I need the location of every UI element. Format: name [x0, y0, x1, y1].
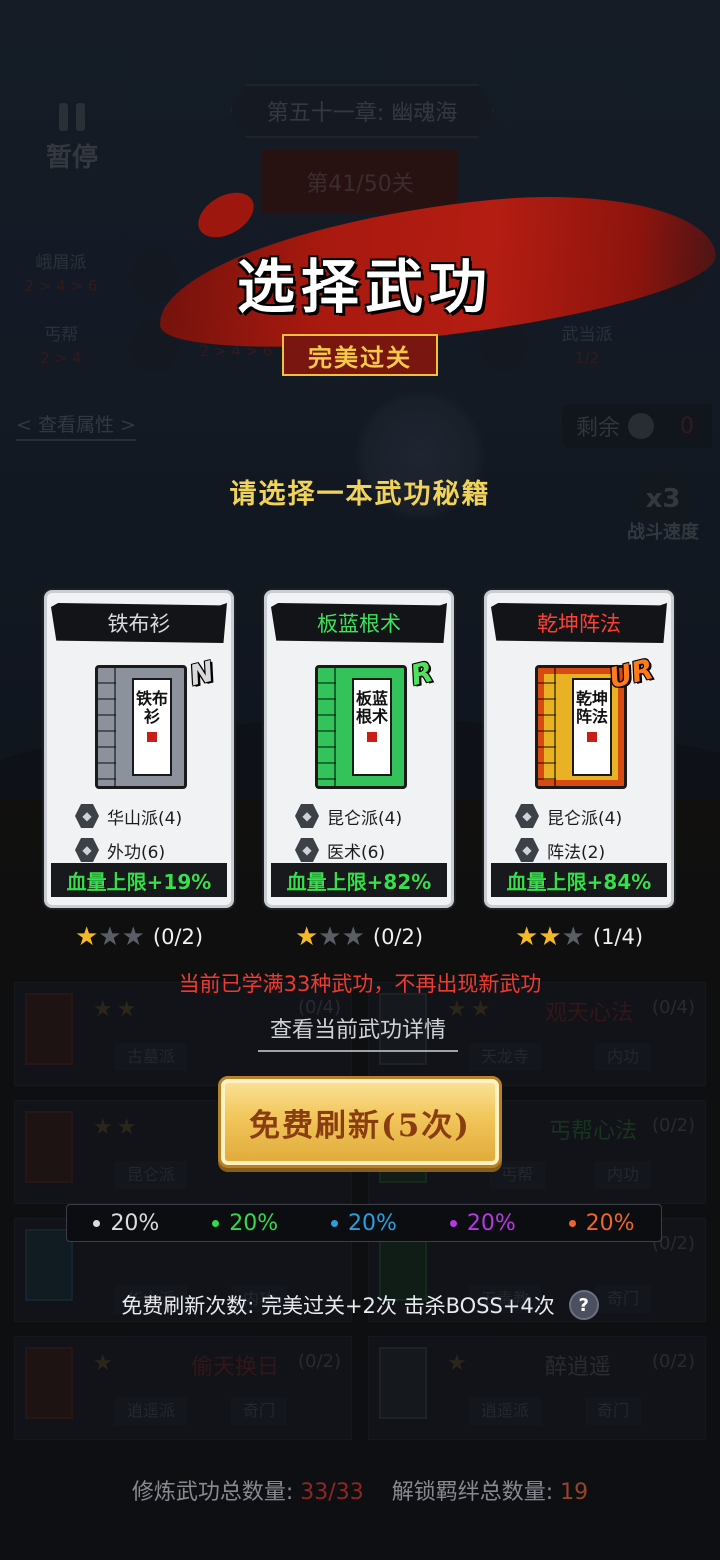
view-current-skills-link[interactable]: 查看当前武功详情 — [258, 1012, 458, 1052]
choose-prompt: 请选择一本武功秘籍 — [229, 479, 491, 510]
sect-label: 昆仑派(4) — [547, 808, 623, 829]
probability-value: 20% — [110, 1210, 160, 1236]
refresh-button-label: 免费刷新(5次) — [249, 1107, 471, 1144]
skill-card-title: 铁布衫 — [51, 603, 227, 643]
type-label: 阵法(2) — [547, 842, 606, 863]
skill-bonus: 血量上限+82% — [271, 863, 447, 897]
skill-progress: (0/2) — [372, 925, 424, 949]
all-learned-notice: 当前已学满33种武功，不再出现新武功 — [178, 972, 542, 996]
free-refresh-button[interactable]: 免费刷新(5次) — [218, 1076, 502, 1168]
refresh-rule: 免费刷新次数: 完美过关+2次 击杀BOSS+4次 ? — [0, 1290, 720, 1320]
dialog-title: 选择武功 — [236, 253, 493, 321]
skill-card-qiankunzhenfa[interactable]: 乾坤阵法 乾坤阵法 UR ◆ 昆仑派(4) ◆ 阵法(2) 血量上限+84% — [484, 590, 674, 908]
dot-icon — [212, 1219, 220, 1227]
skill-card-tiebushan[interactable]: 铁布衫 铁布衫 N ◆ 华山派(4) ◆ 外功(6) 血量上限+19% — [44, 590, 234, 908]
star-filled-icon: ★ — [514, 922, 539, 952]
sect-icon: ◆ — [75, 804, 99, 828]
skill-card-banlangenshu[interactable]: 板蓝根术 板蓝根术 R ◆ 昆仑派(4) ◆ 医术(6) 血量上限+82% — [264, 590, 454, 908]
dot-icon — [331, 1219, 339, 1227]
dot-icon — [449, 1219, 457, 1227]
star-empty-icon: ★ — [341, 922, 365, 952]
star-rating: ★★★ — [75, 924, 145, 950]
star-filled-icon: ★ — [538, 922, 562, 952]
help-icon[interactable]: ? — [568, 1290, 599, 1320]
probability-value: 20% — [585, 1210, 635, 1236]
star-empty-icon: ★ — [318, 922, 342, 952]
rarity-badge: N — [185, 654, 217, 693]
skill-book-icon: 铁布衫 — [95, 665, 187, 789]
skill-name: 铁布衫 — [107, 612, 171, 636]
skill-card-title: 板蓝根术 — [271, 603, 447, 643]
probability-common: 20% — [93, 1211, 159, 1236]
probability-legendary: 20% — [449, 1210, 516, 1236]
sect-row: ◆ 华山派(4) — [75, 803, 182, 829]
type-row: ◆ 阵法(2) — [515, 837, 605, 863]
rarity-badge: UR — [605, 652, 657, 695]
skill-type-icon: ◆ — [515, 838, 539, 862]
probability-mythic: 20% — [568, 1210, 635, 1236]
sect-row: ◆ 昆仑派(4) — [515, 803, 622, 829]
sect-icon: ◆ — [295, 804, 319, 828]
skill-rating: ★★★ (0/2) — [264, 920, 454, 954]
star-empty-icon: ★ — [561, 922, 585, 952]
star-filled-icon: ★ — [294, 922, 319, 952]
type-row: ◆ 医术(6) — [295, 837, 385, 863]
skill-bonus: 血量上限+84% — [491, 863, 667, 897]
probability-value: 20% — [466, 1210, 516, 1236]
skill-progress: (0/2) — [152, 925, 204, 949]
sect-label: 华山派(4) — [107, 808, 183, 829]
skill-name: 板蓝根术 — [317, 612, 401, 636]
skill-card-title: 乾坤阵法 — [491, 603, 667, 643]
skill-bonus: 血量上限+19% — [51, 863, 227, 897]
sect-label: 昆仑派(4) — [327, 808, 403, 829]
book-label: 乾坤阵法 — [575, 689, 608, 726]
refresh-rule-text: 免费刷新次数: 完美过关+2次 击杀BOSS+4次 — [121, 1294, 555, 1318]
book-label: 铁布衫 — [135, 689, 168, 726]
dot-icon — [568, 1219, 576, 1227]
skill-rating: ★★★ (1/4) — [484, 920, 674, 954]
type-label: 医术(6) — [327, 842, 386, 863]
probability-epic: 20% — [331, 1211, 397, 1236]
star-empty-icon: ★ — [98, 922, 122, 952]
star-rating: ★★★ — [515, 924, 585, 950]
skill-type-icon: ◆ — [295, 838, 319, 862]
skill-book-icon: 板蓝根术 — [315, 665, 407, 789]
skill-rating: ★★★ (0/2) — [44, 920, 234, 954]
star-filled-icon: ★ — [74, 922, 99, 952]
rarity-probability-bar: 20% 20% 20% 20% 20% — [66, 1204, 662, 1242]
dot-icon — [93, 1219, 101, 1227]
brush-stroke — [190, 183, 262, 247]
probability-value: 20% — [348, 1210, 397, 1236]
perfect-clear-badge: 完美过关 — [282, 334, 438, 376]
skill-progress: (1/4) — [592, 925, 644, 949]
star-empty-icon: ★ — [121, 922, 145, 952]
type-label: 外功(6) — [107, 842, 166, 863]
probability-value: 20% — [229, 1210, 279, 1236]
skill-type-icon: ◆ — [75, 838, 99, 862]
skill-name: 乾坤阵法 — [537, 612, 621, 636]
probability-rare: 20% — [212, 1211, 278, 1236]
rarity-badge: R — [407, 654, 437, 693]
sect-row: ◆ 昆仑派(4) — [295, 803, 402, 829]
sect-icon: ◆ — [515, 804, 539, 828]
book-label: 板蓝根术 — [355, 689, 388, 726]
star-rating: ★★★ — [295, 924, 365, 950]
type-row: ◆ 外功(6) — [75, 837, 165, 863]
choose-skill-overlay: 选择武功 完美过关 请选择一本武功秘籍 铁布衫 铁布衫 N ◆ 华山派(4) ◆… — [0, 0, 720, 1560]
